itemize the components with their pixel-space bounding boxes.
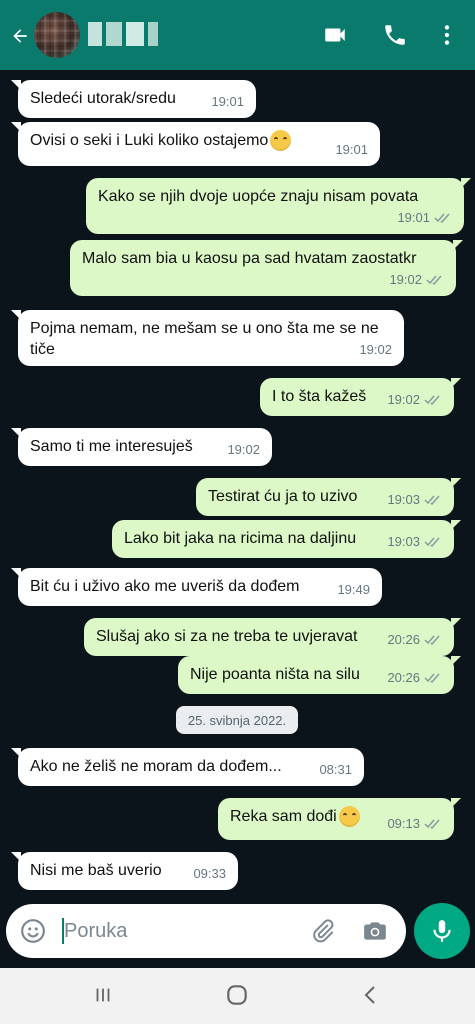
message-time: 20:26	[387, 670, 420, 685]
double-check-icon	[424, 635, 440, 645]
message-text: Ovisi o seki i Luki koliko ostajemo	[30, 132, 269, 149]
message-meta: 19:02	[387, 389, 442, 410]
message-time: 20:26	[387, 632, 420, 647]
message-meta: 09:33	[193, 863, 226, 884]
message-bubble-outgoing[interactable]: Nije poanta ništa na silu 20:26	[178, 656, 461, 694]
double-check-icon	[424, 819, 440, 829]
message-time: 09:13	[387, 816, 420, 831]
message-text: Lako bit jaka na ricima na daljinu	[124, 530, 357, 547]
message-bubble-incoming[interactable]: Pojma nemam, ne mešam se u ono šta me se…	[11, 310, 404, 366]
message-meta: 19:03	[387, 531, 442, 552]
message-bubble-incoming[interactable]: Ako ne želiš ne moram da dođem... 08:31	[11, 748, 364, 786]
message-bubble-incoming[interactable]: Nisi me baš uverio 09:33	[11, 852, 238, 890]
recents-icon[interactable]	[92, 984, 114, 1006]
message-bubble-outgoing[interactable]: Malo sam bia u kaosu pa sad hvatam zaost…	[70, 240, 463, 296]
message-text: Slušaj ako si za ne treba te uvjeravat	[96, 628, 358, 645]
message-bubble-outgoing[interactable]: Slušaj ako si za ne treba te uvjeravat 2…	[84, 618, 461, 656]
message-time: 08:31	[319, 762, 352, 777]
message-text: Reka sam dođi	[230, 808, 337, 825]
message-bubble-incoming[interactable]: Samo ti me interesuješ 19:02	[11, 428, 272, 466]
message-text: Ako ne želiš ne moram da dođem...	[30, 758, 282, 775]
double-check-icon	[424, 673, 440, 683]
contact-name-blurred[interactable]	[88, 22, 158, 46]
message-text: Bit ću i uživo ako me uveriš da dođem	[30, 578, 300, 595]
message-time: 19:49	[337, 582, 370, 597]
message-text: I to šta kažeš	[272, 388, 367, 405]
message-bubble-outgoing[interactable]: Kako se njih dvoje uopće znaju nisam pov…	[86, 178, 471, 234]
smirking-emoji-icon	[338, 806, 360, 828]
date-separator-text: 25. svibnja 2022.	[187, 712, 287, 728]
double-check-icon	[434, 213, 450, 223]
double-check-icon	[424, 537, 440, 547]
back-arrow-icon[interactable]	[10, 26, 30, 46]
grinning-sweat-emoji-icon	[270, 130, 292, 152]
emoji-icon[interactable]	[20, 918, 46, 944]
message-meta: 19:02	[227, 439, 260, 460]
double-check-icon	[424, 495, 440, 505]
message-time: 19:01	[335, 142, 368, 157]
message-bubble-outgoing[interactable]: I to šta kažeš 19:02	[260, 378, 461, 416]
message-time: 19:01	[211, 94, 244, 109]
message-bubble-incoming[interactable]: Sledeći utorak/sredu 19:01	[11, 80, 256, 118]
more-vert-icon[interactable]	[434, 22, 460, 48]
message-time: 19:01	[397, 210, 430, 225]
message-meta: 08:31	[319, 759, 352, 780]
message-time: 19:02	[359, 342, 392, 357]
message-time: 19:03	[387, 534, 420, 549]
message-bubble-outgoing[interactable]: Reka sam dođi 09:13	[218, 798, 461, 840]
message-text: Nije poanta ništa na silu	[190, 666, 360, 683]
message-text: Nisi me baš uverio	[30, 862, 162, 879]
message-time: 19:02	[227, 442, 260, 457]
message-bubble-outgoing[interactable]: Lako bit jaka na ricima na daljinu 19:03	[112, 520, 461, 558]
message-text: Kako se njih dvoje uopće znaju nisam pov…	[98, 188, 419, 205]
double-check-icon	[424, 395, 440, 405]
mic-button[interactable]	[414, 903, 470, 959]
date-separator: 25. svibnja 2022.	[176, 706, 298, 734]
camera-icon[interactable]	[362, 918, 388, 944]
message-bubble-incoming[interactable]: Bit ću i uživo ako me uveriš da dođem 19…	[11, 568, 382, 606]
message-meta: 19:02	[389, 269, 444, 290]
home-icon[interactable]	[224, 982, 250, 1008]
message-bubble-outgoing[interactable]: Testirat ću ja to uzivo 19:03	[196, 478, 461, 516]
message-text: Malo sam bia u kaosu pa sad hvatam zaost…	[82, 250, 417, 267]
message-meta: 19:03	[387, 489, 442, 510]
message-bubble-incoming[interactable]: Ovisi o seki i Luki koliko ostajemo 19:0…	[11, 122, 380, 166]
message-meta: 20:26	[387, 667, 442, 688]
message-time: 19:02	[389, 272, 422, 287]
back-icon[interactable]	[360, 982, 380, 1008]
mic-icon	[433, 920, 451, 942]
chat-header	[0, 0, 475, 70]
message-time: 09:33	[193, 866, 226, 881]
double-check-icon	[426, 275, 442, 285]
message-meta: 19:01	[397, 207, 452, 228]
video-call-icon[interactable]	[322, 22, 348, 48]
message-meta: 19:01	[211, 91, 244, 112]
message-time: 19:03	[387, 492, 420, 507]
voice-call-icon[interactable]	[382, 22, 408, 48]
message-text: Samo ti me interesuješ	[30, 438, 193, 455]
message-input[interactable]: Poruka	[64, 920, 127, 943]
message-meta: 09:13	[387, 813, 442, 834]
message-meta: 19:01	[335, 139, 368, 160]
attach-icon[interactable]	[310, 918, 336, 944]
message-text: Pojma nemam, ne mešam se u ono šta me se…	[30, 320, 379, 358]
avatar[interactable]	[34, 12, 80, 58]
message-time: 19:02	[387, 392, 420, 407]
message-text: Testirat ću ja to uzivo	[208, 488, 358, 505]
message-meta: 19:49	[337, 579, 370, 600]
message-meta: 19:02	[359, 339, 392, 360]
message-composer[interactable]: Poruka	[6, 904, 406, 958]
system-navigation-bar	[0, 968, 475, 1024]
message-text: Sledeći utorak/sredu	[30, 90, 176, 107]
message-meta: 20:26	[387, 629, 442, 650]
